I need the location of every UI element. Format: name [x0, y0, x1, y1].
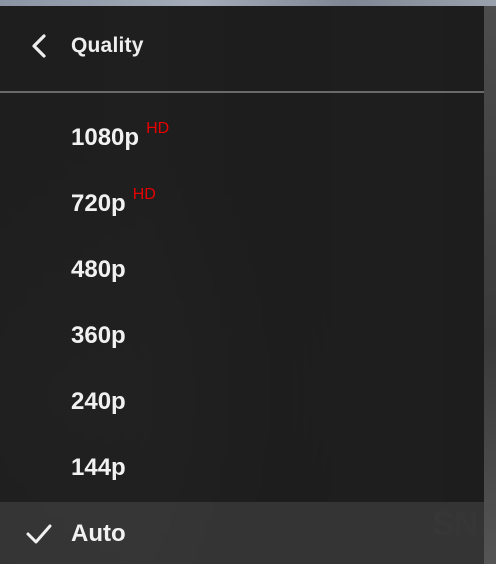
quality-option-label: 360p [71, 322, 126, 349]
quality-option-auto[interactable]: Auto [0, 502, 484, 564]
menu-header[interactable]: Quality [0, 6, 484, 91]
video-player: SN Quality 1080pHD 720pHD 480p 360p 240p [0, 0, 496, 564]
video-frame-edge [484, 6, 496, 564]
menu-title: Quality [71, 34, 144, 57]
quality-option-480p[interactable]: 480p [0, 238, 484, 304]
quality-option-360p[interactable]: 360p [0, 304, 484, 370]
quality-options-list: 1080p HD 720p HD 480p 360p 240p 144p Auto [0, 106, 484, 564]
quality-option-label: 144p [71, 454, 126, 481]
quality-option-label: 1080p HD [71, 120, 170, 151]
checkmark-icon [26, 524, 52, 544]
hd-badge: HD [146, 120, 170, 137]
hd-badge: HD [132, 186, 156, 203]
quality-option-label: 480p [71, 256, 126, 283]
quality-option-label: 720p HD [71, 186, 156, 217]
quality-option-label: 240p [71, 388, 126, 415]
chevron-left-icon[interactable] [27, 32, 51, 60]
quality-settings-menu: Quality 1080p HD 720p HD 480p 360p 240p 14… [0, 6, 484, 564]
header-divider [0, 91, 484, 93]
quality-option-144p[interactable]: 144p [0, 436, 484, 502]
quality-option-label: Auto [71, 520, 126, 547]
quality-option-240p[interactable]: 240p [0, 370, 484, 436]
quality-option-1080p[interactable]: 1080p HD [0, 106, 484, 172]
quality-option-720p[interactable]: 720p HD [0, 172, 484, 238]
